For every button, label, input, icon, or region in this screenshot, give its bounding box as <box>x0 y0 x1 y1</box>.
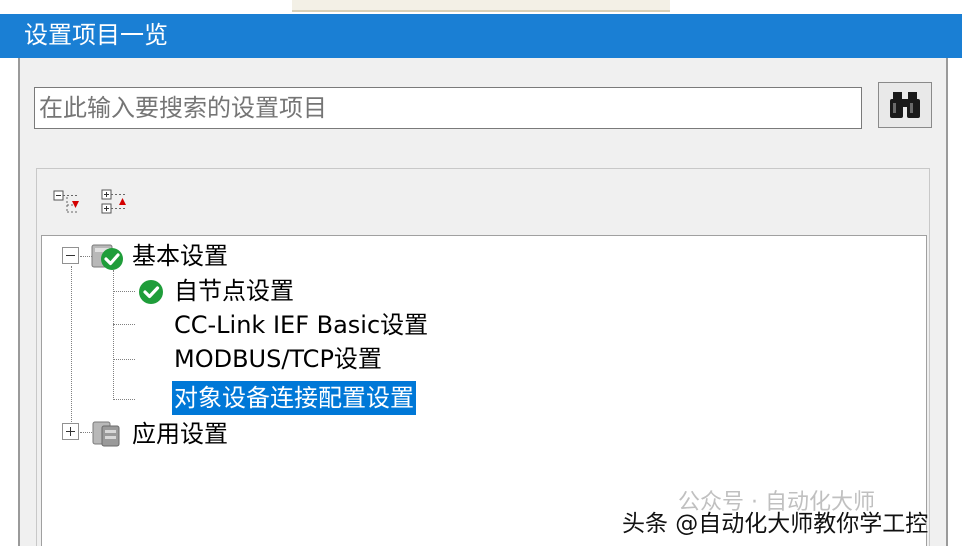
search-input[interactable] <box>34 87 862 129</box>
tree-node-basic-settings[interactable]: 基本设置 <box>132 239 228 273</box>
top-strip <box>0 0 962 14</box>
settings-folder-icon <box>92 421 120 447</box>
tree-line <box>113 359 135 360</box>
tree-node-cclink-ief-basic[interactable]: CC-Link IEF Basic设置 <box>174 308 428 342</box>
tree-line-root <box>71 266 72 432</box>
tree-line <box>113 399 135 400</box>
source-caption: 头条 @自动化大师教你学工控 <box>622 504 928 538</box>
search-button[interactable] <box>878 82 932 128</box>
collapse-all-icon <box>101 189 126 214</box>
tree-node-own-node-settings[interactable]: 自节点设置 <box>174 274 294 308</box>
tree-toolbar <box>37 169 929 235</box>
tree-node-modbus-tcp[interactable]: MODBUS/TCP设置 <box>174 342 382 376</box>
tree-node-app-settings[interactable]: 应用设置 <box>132 417 228 451</box>
settings-folder-check-icon <box>91 244 123 270</box>
tree-node-target-device-connection[interactable]: 对象设备连接配置设置 <box>172 381 416 415</box>
settings-panel: 基本设置 自节点设置 CC-Link IEF Basic设置 MODBUS/TC… <box>18 58 948 546</box>
binoculars-icon <box>890 92 920 118</box>
expand-all-icon <box>53 190 79 213</box>
top-notch <box>292 0 670 12</box>
check-icon <box>139 280 163 304</box>
window-title: 设置项目一览 <box>24 21 168 49</box>
title-bar: 设置项目一览 <box>0 14 962 58</box>
expander-basic[interactable] <box>62 247 79 264</box>
tree-line-children <box>113 270 114 400</box>
expand-all-button[interactable] <box>49 185 83 219</box>
tree-line <box>113 324 135 325</box>
expander-app[interactable] <box>62 423 79 440</box>
collapse-all-button[interactable] <box>97 185 131 219</box>
caption-text: 头条 @自动化大师教你学工控 <box>622 511 929 537</box>
tree-line <box>113 291 135 292</box>
